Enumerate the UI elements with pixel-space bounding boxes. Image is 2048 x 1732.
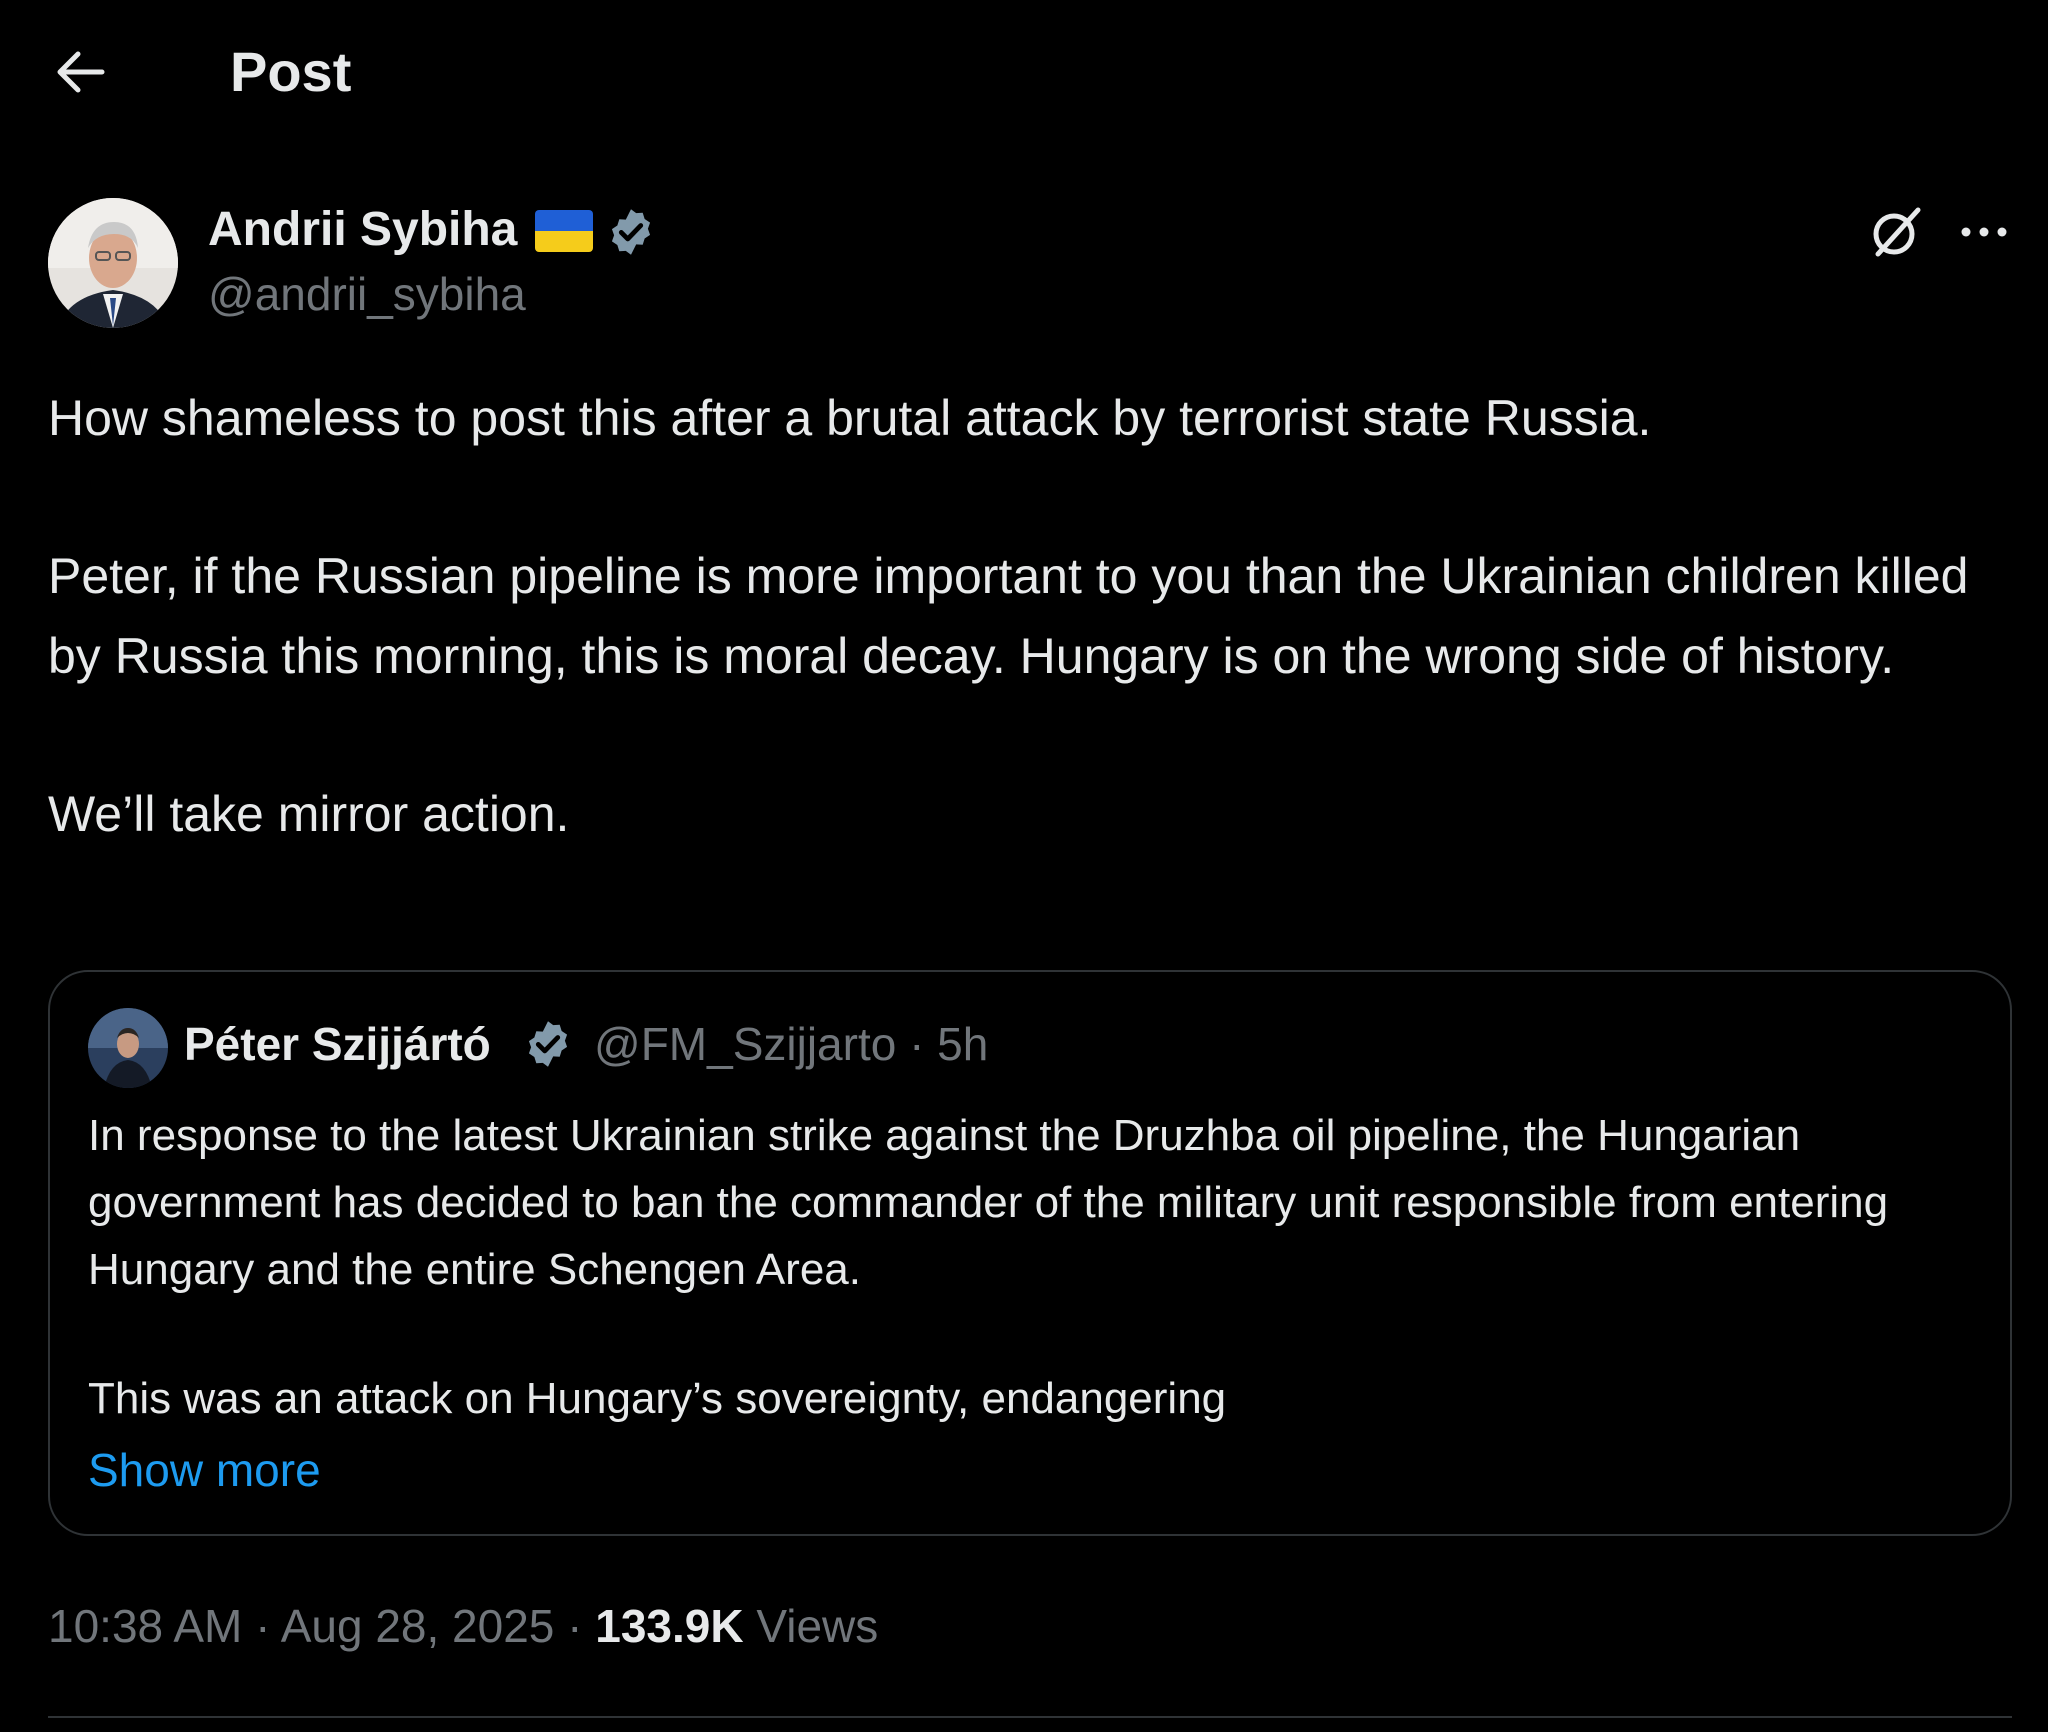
grok-button[interactable] — [1868, 204, 1924, 260]
quoted-paragraph: In response to the latest Ukrainian stri… — [88, 1111, 1889, 1294]
page-title: Post — [230, 40, 352, 103]
divider — [48, 1716, 2012, 1718]
author-name[interactable]: Andrii Sybiha — [208, 200, 517, 260]
quoted-avatar — [88, 1008, 168, 1088]
post-text: How shameless to post this after a bruta… — [48, 378, 2008, 854]
post-paragraph: Peter, if the Russian pipeline is more i… — [48, 548, 1969, 684]
post-meta: 10:38 AM · Aug 28, 2025 · 133.9K Views — [48, 1596, 878, 1656]
quoted-author-name: Péter Szijjártó — [184, 1018, 491, 1070]
grok-icon — [1873, 207, 1921, 257]
post-paragraph: How shameless to post this after a bruta… — [48, 390, 1652, 446]
show-more-link[interactable]: Show more — [88, 1440, 321, 1500]
quoted-handle-time: @FM_Szijjarto · 5h — [594, 1018, 989, 1070]
arrow-left-icon — [57, 51, 105, 93]
views-count[interactable]: 133.9K — [595, 1600, 743, 1652]
post-paragraph: We’ll take mirror action. — [48, 786, 570, 842]
views-label: Views — [743, 1600, 879, 1652]
verified-badge-icon — [528, 1021, 568, 1067]
ukraine-flag-icon — [535, 210, 593, 252]
verified-badge-icon — [611, 209, 651, 255]
quoted-paragraph: This was an attack on Hungary’s sovereig… — [88, 1374, 1227, 1423]
back-button[interactable] — [48, 42, 112, 102]
author-handle[interactable]: @andrii_sybiha — [208, 266, 526, 322]
quoted-post[interactable]: Péter Szijjártó @FM_Szijjarto · 5h In re… — [48, 970, 2012, 1536]
top-bar: Post — [0, 0, 2048, 150]
more-horizontal-icon — [1961, 227, 2007, 237]
post-timestamp[interactable]: 10:38 AM · Aug 28, 2025 · — [48, 1600, 595, 1652]
more-options-button[interactable] — [1956, 204, 2012, 260]
quoted-text: In response to the latest Ukrainian stri… — [88, 1102, 1968, 1432]
avatar[interactable] — [48, 198, 178, 328]
